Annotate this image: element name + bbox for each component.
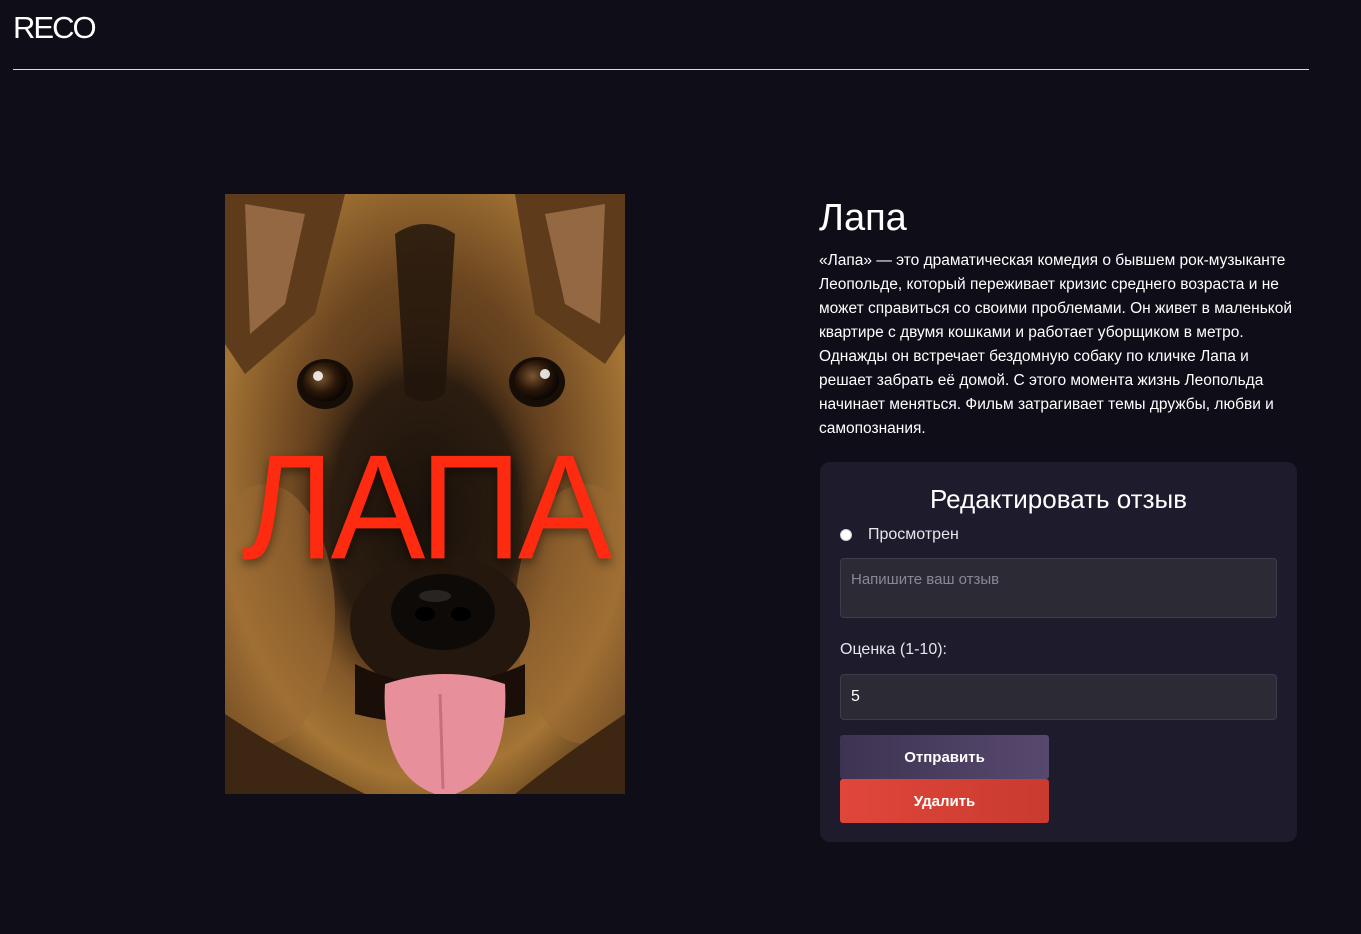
score-label: Оценка (1-10): <box>840 641 947 658</box>
review-textarea[interactable]: Напишите ваш отзыв <box>840 558 1277 618</box>
movie-poster: ЛАПА <box>225 194 625 794</box>
movie-title: Лапа <box>819 197 907 239</box>
score-input[interactable]: 5 <box>840 674 1277 720</box>
delete-button[interactable]: Удалить <box>840 779 1049 823</box>
review-form: Редактировать отзыв Просмотрен Напишите … <box>820 462 1297 842</box>
watched-label: Просмотрен <box>868 526 959 543</box>
logo[interactable]: RECO <box>13 10 97 46</box>
movie-page: RECO ЛАПА Лапа «Лапа» — это драматическа… <box>0 0 1361 934</box>
submit-button[interactable]: Отправить <box>840 735 1049 779</box>
header-divider <box>13 69 1309 70</box>
poster-title-text: ЛАПА <box>241 424 612 591</box>
logo-text: RECO <box>13 10 97 45</box>
watched-option[interactable]: Просмотрен <box>840 524 959 546</box>
review-form-heading: Редактировать отзыв <box>929 484 1188 514</box>
watched-radio[interactable] <box>840 529 852 541</box>
movie-description: «Лапа» — это драматическая комедия о быв… <box>819 252 1292 437</box>
